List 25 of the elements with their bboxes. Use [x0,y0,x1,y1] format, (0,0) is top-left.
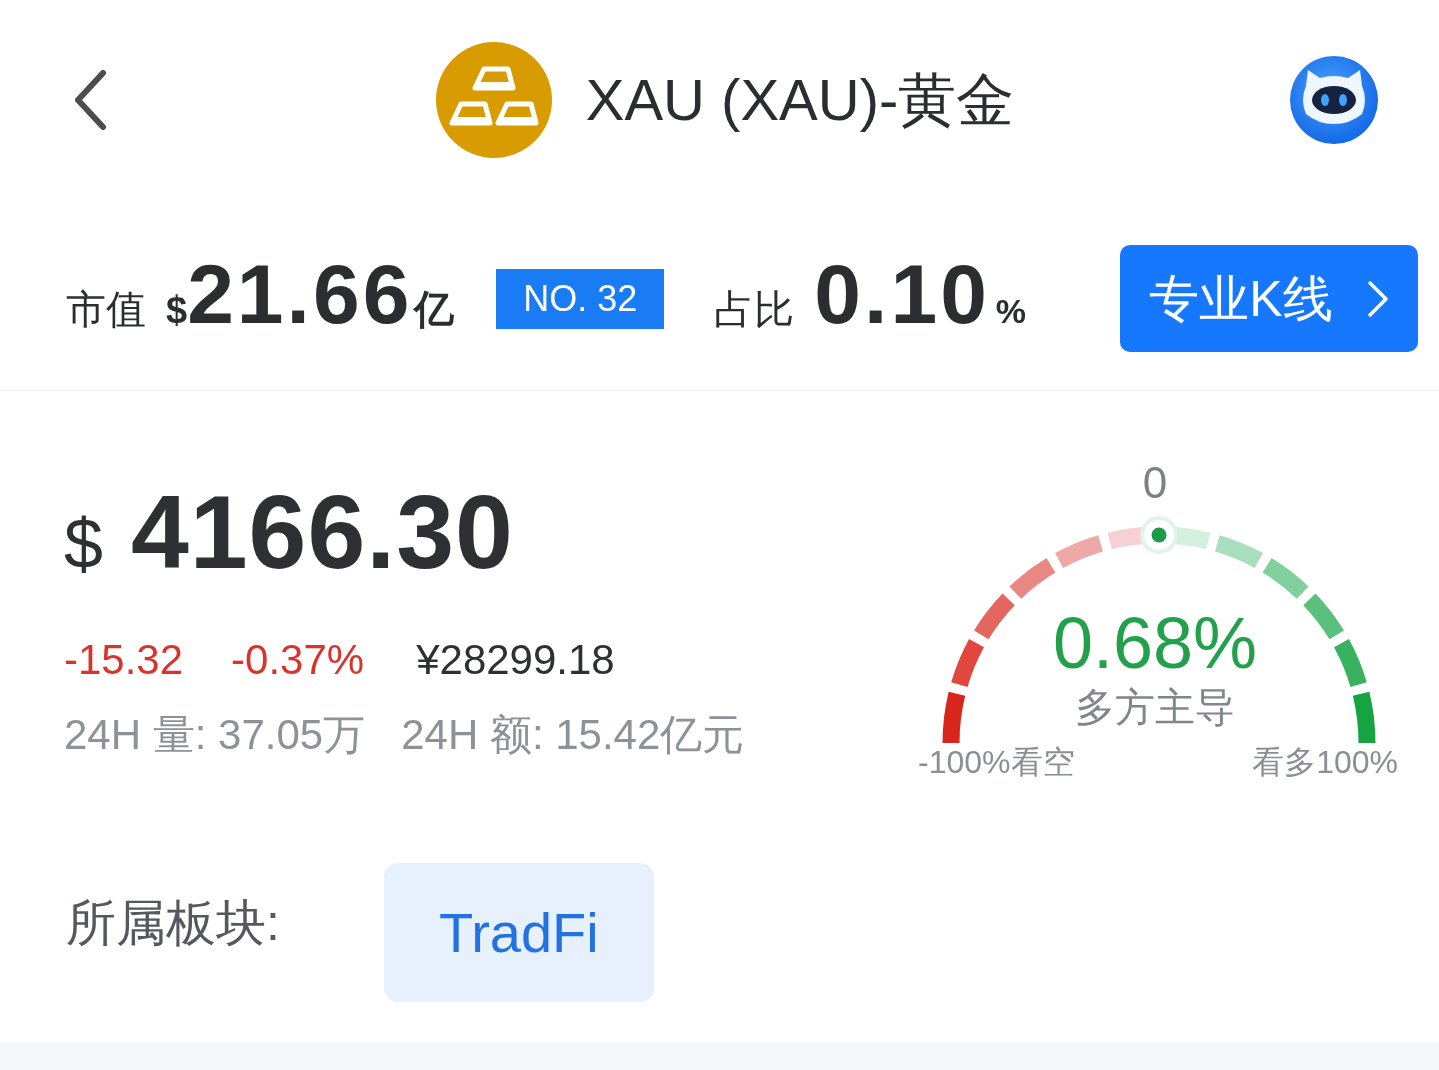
chevron-right-icon [1366,279,1389,318]
market-cap-label: 市值 [66,288,146,329]
back-icon[interactable] [72,68,108,132]
price-change-percent: -0.37% [231,639,365,681]
gauge-min-label: -100%看空 [918,746,1075,778]
ingot-stack-icon [435,42,552,158]
price-change: -15.32 [64,639,184,681]
price-value: 4166.30 [130,480,514,584]
sector-label: 所属板块: [66,898,280,948]
robot-icon[interactable] [1290,56,1378,144]
zero-marker-icon [1140,516,1178,554]
market-share-label: 占比 [714,288,795,329]
market-share-value: 0.10% [814,251,1027,336]
price-currency: $ [64,509,103,579]
gauge-verdict: 多方主导 [1075,687,1235,727]
rank-badge: NO. 32 [496,268,665,329]
gauge-value: 0.68% [1052,607,1258,679]
turnover-24h: 24H 额: 15.42亿元 [401,714,745,756]
cny-price: ¥28299.18 [416,639,615,681]
volume-24h: 24H 量: 37.05万 [64,714,366,756]
market-cap-value: $21.66亿 [166,251,455,336]
gauge-center-tick: 0 [1142,461,1168,505]
kline-button[interactable]: 专业K线 [1120,245,1418,352]
gauge-max-label: 看多100% [1252,746,1398,778]
sector-tag[interactable]: TradFi [383,863,654,1002]
